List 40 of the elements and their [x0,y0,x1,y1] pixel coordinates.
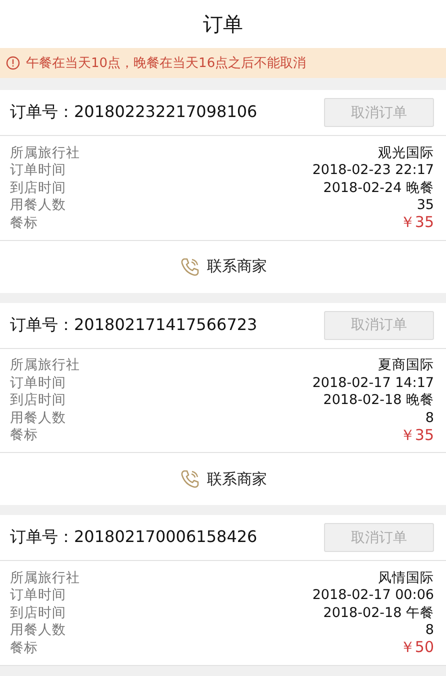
detail-label: 所属旅行社 [10,144,80,162]
detail-value: 观光国际 [378,144,434,162]
detail-label: 餐标 [10,638,38,657]
detail-value: 夏商国际 [378,356,434,374]
detail-value: 2018-02-17 14:17 [312,374,434,391]
phone-icon [179,468,201,490]
detail-value: 风情国际 [378,568,434,587]
detail-value: 2018-02-24 晚餐 [323,178,434,197]
order-number: 订单号：201802232217098106 [10,102,258,123]
detail-label: 订单时间 [10,374,66,392]
phone-icon [179,256,201,278]
contact-merchant-link[interactable]: 联系商家 [179,468,267,490]
detail-label: 所属旅行社 [10,356,80,374]
detail-label: 用餐人数 [10,196,66,214]
detail-label: 用餐人数 [10,621,66,640]
order-number: 订单号：201802170006158426 [10,527,258,548]
contact-merchant-link[interactable]: 联系商家 [179,256,267,278]
price-value: ￥35 [400,213,434,232]
price-value: ￥50 [400,638,434,658]
detail-label: 餐标 [10,426,38,444]
detail-label: 所属旅行社 [10,568,80,587]
detail-value: 2018-02-17 00:06 [312,587,434,604]
order-number: 订单号：201802171417566723 [10,314,258,336]
detail-value: 2018-02-18 晚餐 [323,391,434,410]
detail-value: 8 [425,410,434,426]
detail-value: 2018-02-23 22:17 [312,162,434,178]
detail-value: 2018-02-18 午餐 [323,604,434,622]
detail-value: 35 [416,197,434,214]
detail-label: 订单时间 [10,586,66,604]
detail-label: 到店时间 [10,178,66,197]
notice-text: 午餐在当天10点，晚餐在当天16点之后不能取消 [26,55,306,72]
detail-label: 订单时间 [10,161,66,180]
detail-value: 8 [425,622,434,638]
detail-label: 到店时间 [10,604,66,622]
detail-label: 到店时间 [10,391,66,410]
price-value: ￥35 [400,426,434,445]
warning-icon [6,56,20,70]
detail-label: 餐标 [10,214,38,232]
detail-label: 用餐人数 [10,408,66,427]
page-title: 订单 [203,10,243,38]
